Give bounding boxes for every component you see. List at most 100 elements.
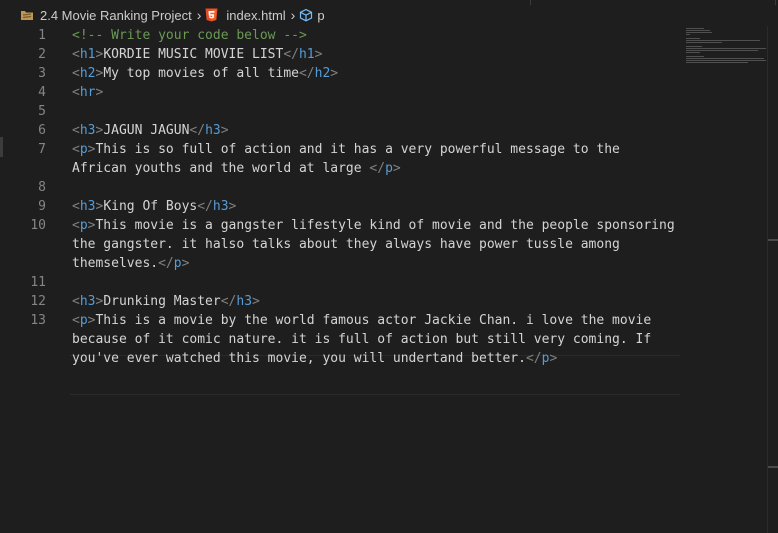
- code-text: <h3>Drunking Master</h3>: [72, 294, 260, 309]
- cube-icon: [299, 8, 313, 22]
- code-text: you've ever watched this movie, you will…: [72, 351, 558, 366]
- line-number: 6: [38, 123, 46, 138]
- code-text: because of it comic nature. it is full o…: [72, 330, 651, 349]
- code-editor[interactable]: 1 <!-- Write your code below --> 2 <h1>K…: [0, 26, 680, 533]
- tag-name: h2: [314, 66, 331, 81]
- minimap-line: [686, 34, 690, 35]
- tag-name: h3: [212, 199, 229, 214]
- minimap-line: [686, 32, 712, 33]
- code-line[interactable]: 8: [0, 178, 680, 197]
- code-line-wrap[interactable]: the gangster. it halso talks about they …: [0, 235, 680, 254]
- line-number: 1: [38, 28, 46, 43]
- code-line[interactable]: 5: [0, 102, 680, 121]
- code-line[interactable]: 13 <p>This is a movie by the world famou…: [0, 311, 680, 330]
- code-line[interactable]: 4 <hr>: [0, 83, 680, 102]
- paragraph-text: This is a movie by the world famous acto…: [95, 313, 652, 328]
- breadcrumb-file-label: index.html: [226, 7, 286, 23]
- code-text: <h3>JAGUN JAGUN</h3>: [72, 123, 229, 138]
- scroll-marker: [768, 239, 778, 241]
- tag-name: p: [79, 218, 88, 233]
- minimap-line: [686, 48, 766, 49]
- code-text: African youths and the world at large </…: [72, 161, 401, 176]
- paragraph-text: This is so full of action and it has a v…: [95, 142, 620, 157]
- minimap-line: [686, 46, 702, 47]
- paragraph-text: This movie is a gangster lifestyle kind …: [95, 218, 675, 233]
- heading-text: KORDIE MUSIC MOVIE LIST: [103, 47, 284, 62]
- tag-name: p: [79, 142, 88, 157]
- line-number: 9: [38, 199, 46, 214]
- code-line[interactable]: 11: [0, 273, 680, 292]
- line-number: 2: [38, 47, 46, 62]
- line-number: 8: [38, 180, 46, 195]
- heading-text: JAGUN JAGUN: [103, 123, 190, 138]
- minimap-line: [686, 62, 748, 63]
- code-text: <p>This is so full of action and it has …: [72, 142, 620, 157]
- chevron-right-icon: ›: [196, 7, 202, 23]
- tag-name: h1: [298, 47, 315, 62]
- minimap-line: [686, 42, 722, 43]
- tag-name: h3: [79, 123, 96, 138]
- paragraph-text: you've ever watched this movie, you will…: [72, 351, 526, 366]
- tag-name: h3: [79, 199, 96, 214]
- heading-text: Drunking Master: [103, 294, 221, 309]
- tab-divider: [530, 0, 531, 5]
- minimap-line: [686, 52, 700, 53]
- line-number: 5: [38, 104, 46, 119]
- minimap-line: [686, 50, 758, 51]
- tag-name: h3: [79, 294, 96, 309]
- line-number: 7: [38, 142, 46, 157]
- code-line-wrap[interactable]: because of it comic nature. it is full o…: [0, 330, 680, 349]
- tag-name: p: [173, 256, 182, 271]
- heading-text: My top movies of all time: [103, 66, 299, 81]
- line-number: 10: [30, 218, 46, 233]
- tag-name: h3: [236, 294, 253, 309]
- tag-name: h3: [205, 123, 221, 138]
- code-line[interactable]: 9 <h3>King Of Boys</h3>: [0, 197, 680, 216]
- line-number: 13: [30, 313, 46, 328]
- code-text: <!-- Write your code below -->: [72, 26, 307, 45]
- tag-name: hr: [79, 85, 96, 100]
- minimap-line: [686, 56, 704, 57]
- code-line[interactable]: 10 <p>This movie is a gangster lifestyle…: [0, 216, 680, 235]
- code-line[interactable]: 1 <!-- Write your code below -->: [0, 26, 680, 45]
- vertical-scrollbar[interactable]: [767, 26, 778, 533]
- code-text: <p>This is a movie by the world famous a…: [72, 313, 652, 328]
- code-text: the gangster. it halso talks about they …: [72, 235, 620, 254]
- chevron-right-icon: ›: [290, 7, 296, 23]
- code-line[interactable]: 6 <h3>JAGUN JAGUN</h3>: [0, 121, 680, 140]
- code-line[interactable]: 3 <h2>My top movies of all time</h2>: [0, 64, 680, 83]
- tag-name: h2: [79, 66, 96, 81]
- html-comment: <!-- Write your code below -->: [72, 28, 307, 43]
- code-line-wrap[interactable]: themselves.</p>: [0, 254, 680, 273]
- paragraph-text: African youths and the world at large: [72, 161, 370, 176]
- code-text: <p>This movie is a gangster lifestyle ki…: [72, 218, 675, 233]
- breadcrumb-folder-label: 2.4 Movie Ranking Project: [40, 7, 192, 23]
- heading-text: King Of Boys: [103, 199, 198, 214]
- code-line[interactable]: 2 <h1>KORDIE MUSIC MOVIE LIST</h1>: [0, 45, 680, 64]
- code-line-wrap[interactable]: African youths and the world at large </…: [0, 159, 680, 178]
- tag-name: h1: [79, 47, 96, 62]
- breadcrumb-symbol[interactable]: p: [299, 7, 325, 23]
- code-line-wrap[interactable]: you've ever watched this movie, you will…: [0, 349, 680, 368]
- paragraph-text: because of it comic nature. it is full o…: [72, 332, 652, 347]
- minimap-line: [686, 30, 710, 31]
- minimap[interactable]: [686, 26, 768, 66]
- line-number: 11: [30, 275, 46, 290]
- breadcrumb-symbol-label: p: [317, 7, 325, 23]
- breadcrumb-file[interactable]: index.html: [205, 7, 286, 23]
- html5-icon: [205, 8, 218, 22]
- minimap-line: [686, 38, 700, 39]
- folder-icon: [20, 9, 34, 21]
- minimap-line: [686, 40, 760, 41]
- code-line[interactable]: 12 <h3>Drunking Master</h3>: [0, 292, 680, 311]
- scroll-marker: [768, 466, 778, 468]
- paragraph-text: themselves.: [72, 256, 159, 271]
- code-text: <hr>: [72, 85, 104, 100]
- line-number: 4: [38, 85, 46, 100]
- line-number: 3: [38, 66, 46, 81]
- code-text: <h2>My top movies of all time</h2>: [72, 66, 339, 81]
- breadcrumb-folder[interactable]: 2.4 Movie Ranking Project: [20, 8, 192, 23]
- code-text: <h1>KORDIE MUSIC MOVIE LIST</h1>: [72, 47, 323, 62]
- code-text: <h3>King Of Boys</h3>: [72, 199, 237, 214]
- code-line[interactable]: 7 <p>This is so full of action and it ha…: [0, 140, 680, 159]
